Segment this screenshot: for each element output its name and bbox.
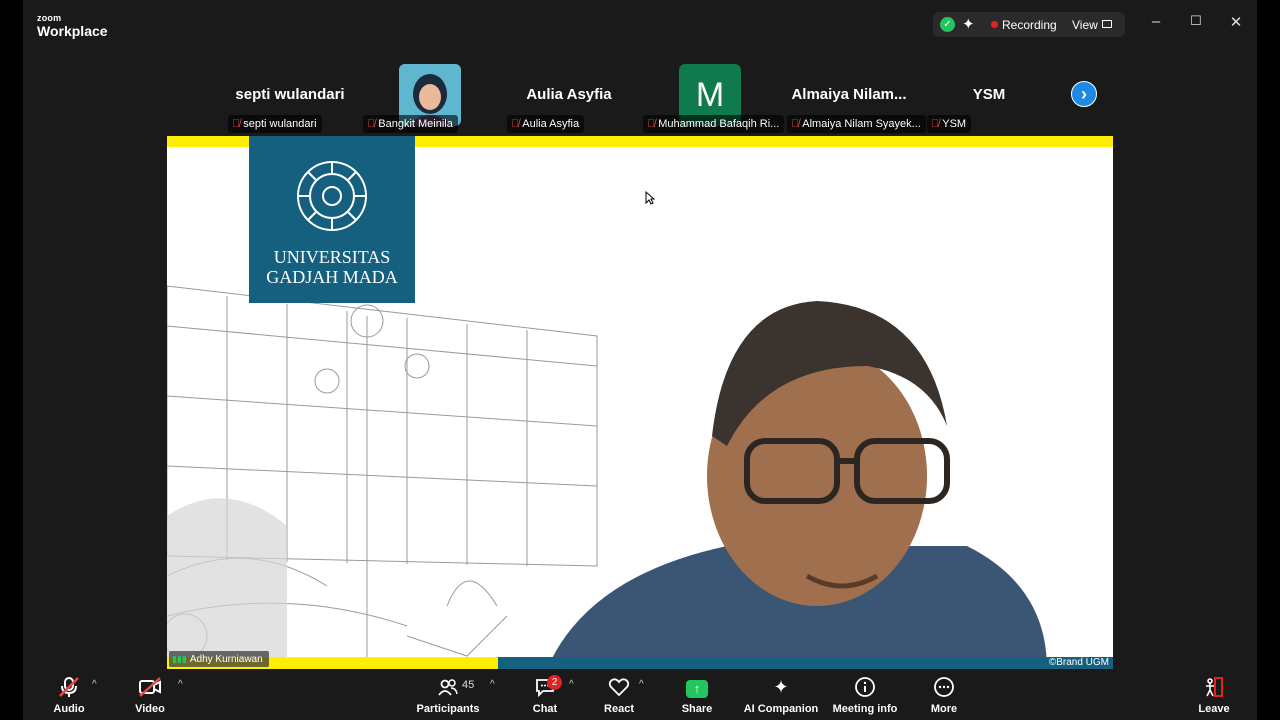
slide-bottom-band-blue <box>498 657 1113 669</box>
participant-label-text: Muhammad Bafaqih Ri... <box>658 118 780 130</box>
participant-tile[interactable]: Aulia Asyfia 🎙̸ Aulia Asyfia <box>507 60 631 136</box>
mic-muted-icon: 🎙̸ <box>791 118 800 130</box>
maximize-button[interactable]: ☐ <box>1184 13 1208 29</box>
logo-line-2: GADJAH MADA <box>266 267 398 287</box>
mic-muted-icon: 🎙̸ <box>367 118 376 130</box>
ai-companion-button[interactable]: ✦ AI Companion <box>743 675 819 715</box>
recording-label[interactable]: Recording <box>1002 18 1057 32</box>
view-grid-icon[interactable] <box>1102 20 1112 28</box>
participant-tile[interactable]: YSM 🎙̸ YSM <box>927 60 1051 136</box>
brand-watermark: ©Brand UGM <box>1048 657 1109 668</box>
share-button[interactable]: ↑ Share <box>675 675 719 715</box>
mic-muted-icon: 🎙̸ <box>647 118 656 130</box>
participant-label-text: Almaiya Nilam Syayek... <box>802 118 921 130</box>
leave-button[interactable]: Leave <box>1193 675 1235 715</box>
participant-label: 🎙̸ Bangkit Meinila <box>363 115 458 133</box>
mic-muted-icon: 🎙̸ <box>232 118 241 130</box>
chat-label: Chat <box>532 703 558 715</box>
participant-display-name: septi wulandari <box>235 86 345 103</box>
participants-options-chevron-icon[interactable]: ^ <box>490 679 495 690</box>
chat-unread-badge: 2 <box>547 675 562 690</box>
meeting-info-button[interactable]: Meeting info <box>831 675 899 715</box>
video-options-chevron-icon[interactable]: ^ <box>178 679 183 690</box>
video-button[interactable]: Video <box>126 675 174 715</box>
view-button[interactable]: View <box>1072 18 1098 32</box>
participant-label: 🎙̸ Aulia Asyfia <box>507 115 585 133</box>
app-brand-small: zoom <box>37 13 62 23</box>
leave-icon <box>1193 675 1235 699</box>
participant-label: 🎙̸ YSM <box>927 115 972 133</box>
participant-display-name: Aulia Asyfia <box>526 86 612 103</box>
audio-button[interactable]: Audio <box>45 675 93 715</box>
chevron-right-icon[interactable]: › <box>1071 81 1097 107</box>
participant-tile[interactable]: 🎙̸ Bangkit Meinila <box>363 60 487 136</box>
video-off-icon <box>126 675 174 699</box>
minimize-button[interactable]: – <box>1144 13 1168 30</box>
react-button[interactable]: React <box>598 675 640 715</box>
meeting-info-label: Meeting info <box>832 703 898 715</box>
participants-label: Participants <box>416 703 480 715</box>
sparkle-icon: ✦ <box>773 677 789 697</box>
participant-display-name: YSM <box>972 86 1006 103</box>
shield-check-icon[interactable]: ✓ <box>940 17 955 32</box>
share-label: Share <box>681 703 713 715</box>
speaker-name-tag: ▮▮▮ Adhy Kurniawan <box>169 651 269 667</box>
react-options-chevron-icon[interactable]: ^ <box>639 679 644 690</box>
participant-label: 🎙̸ septi wulandari <box>228 115 322 133</box>
participants-count: 45 <box>462 679 475 691</box>
info-icon <box>831 675 899 699</box>
heart-icon <box>598 675 640 699</box>
participant-tile[interactable]: M 🎙̸ Muhammad Bafaqih Ri... <box>643 60 785 136</box>
sparkle-icon[interactable]: ✦ <box>962 15 975 33</box>
signal-bars-icon: ▮▮▮ <box>172 654 187 664</box>
university-emblem-icon <box>297 161 367 231</box>
chat-options-chevron-icon[interactable]: ^ <box>569 679 574 690</box>
react-label: React <box>604 703 634 715</box>
mic-muted-icon <box>45 675 93 699</box>
video-label: Video <box>135 703 165 715</box>
participant-label: 🎙̸ Muhammad Bafaqih Ri... <box>643 115 785 133</box>
more-icon <box>923 675 965 699</box>
leave-label: Leave <box>1198 703 1230 715</box>
participant-label-text: Bangkit Meinila <box>378 118 453 130</box>
participant-strip: septi wulandari 🎙̸ septi wulandari 🎙̸ Bang… <box>23 48 1257 136</box>
more-button[interactable]: More <box>923 675 965 715</box>
participant-tile[interactable]: septi wulandari 🎙̸ septi wulandari <box>228 60 352 136</box>
participant-label-text: septi wulandari <box>243 118 317 130</box>
participant-tile[interactable]: Almaiya Nilam... 🎙̸ Almaiya Nilam Syayek.… <box>787 60 926 136</box>
speaker-name: Adhy Kurniawan <box>189 654 263 665</box>
mouse-cursor-icon <box>645 191 655 205</box>
meeting-toolbar: Audio ^ Video ^ Participants 45 ^ Chat 2… <box>23 669 1257 720</box>
audio-options-chevron-icon[interactable]: ^ <box>92 679 97 690</box>
logo-line-1: UNIVERSITAS <box>273 247 391 267</box>
participant-label-text: YSM <box>942 118 967 130</box>
recording-pill: ✓ ✦ Recording View <box>933 12 1125 37</box>
share-screen-icon: ↑ <box>686 680 708 698</box>
zoom-window: zoom Workplace ✓ ✦ Recording View – ☐ ✕ … <box>23 0 1257 720</box>
university-logo: UNIVERSITAS GADJAH MADA <box>249 136 415 303</box>
mic-muted-icon: 🎙̸ <box>511 118 520 130</box>
mic-muted-icon: 🎙̸ <box>931 118 940 130</box>
ai-companion-label: AI Companion <box>743 703 819 715</box>
participant-label-text: Aulia Asyfia <box>522 118 580 130</box>
more-label: More <box>930 703 958 715</box>
participant-display-name: Almaiya Nilam... <box>791 86 907 103</box>
participant-label: 🎙̸ Almaiya Nilam Syayek... <box>787 115 926 133</box>
audio-label: Audio <box>53 703 85 715</box>
app-brand-name: Workplace <box>37 23 108 39</box>
share-icon-wrap: ↑ <box>675 675 719 699</box>
recording-dot-icon <box>991 21 998 28</box>
title-bar: zoom Workplace ✓ ✦ Recording View – ☐ ✕ <box>23 0 1257 48</box>
shared-screen: UNIVERSITAS GADJAH MADA ©Brand UGM ▮▮▮ Ad… <box>167 136 1113 669</box>
close-button[interactable]: ✕ <box>1224 13 1248 31</box>
